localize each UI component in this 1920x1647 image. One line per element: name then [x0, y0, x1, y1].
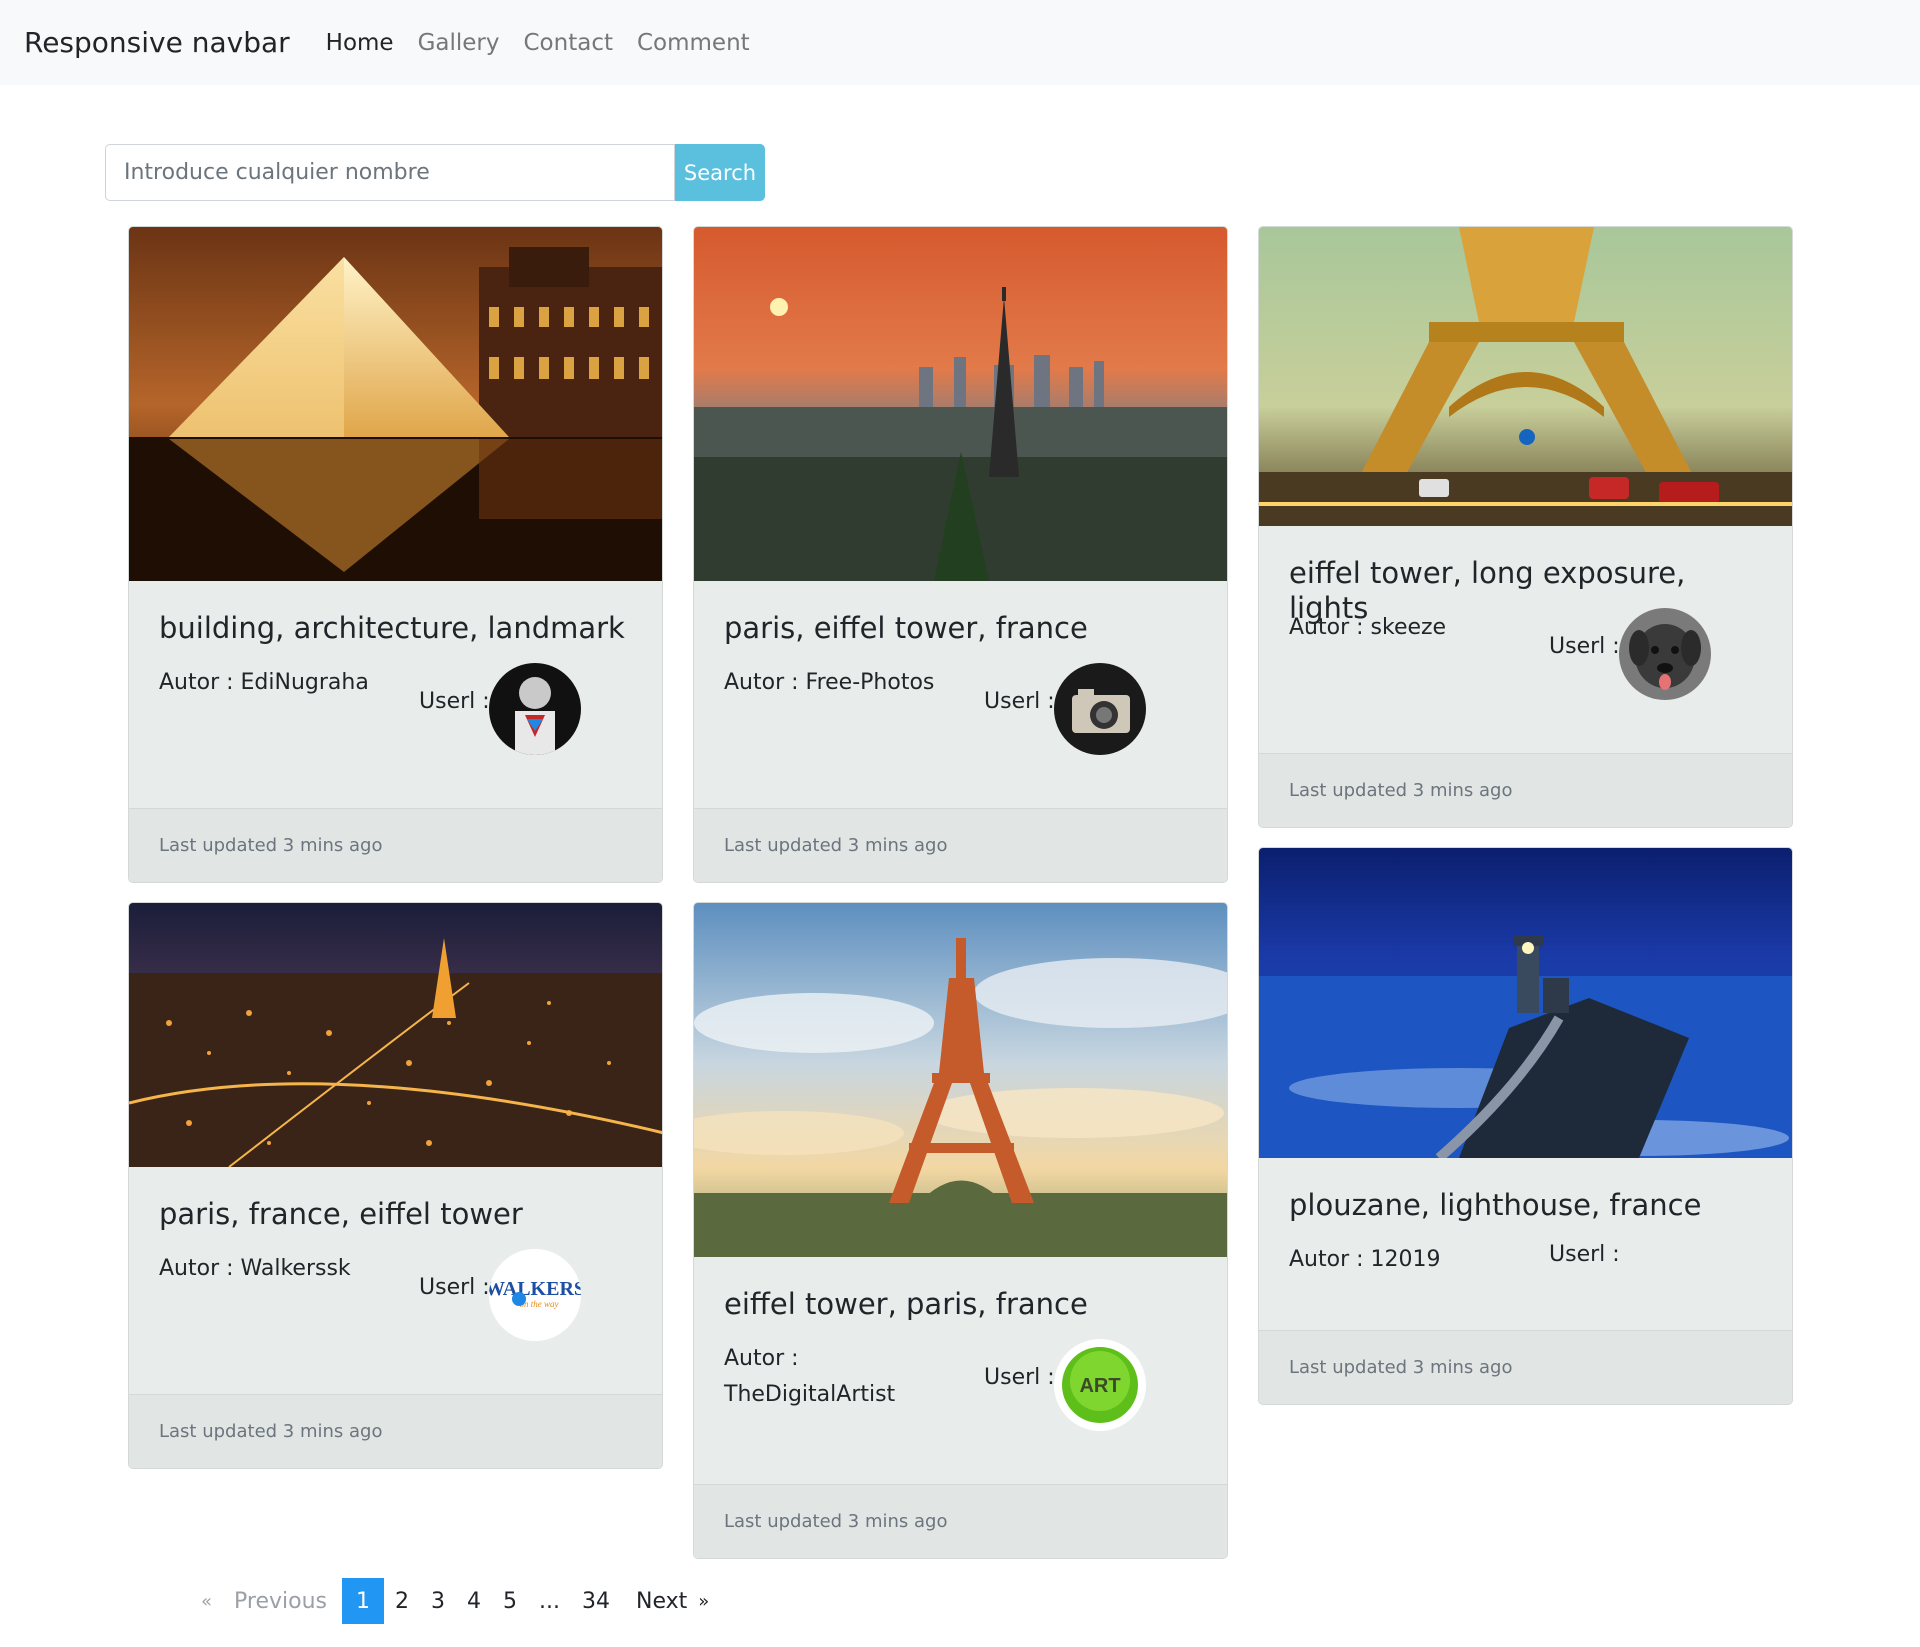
card-userl-label: Userl :	[984, 1365, 1055, 1390]
card-title[interactable]: plouzane, lighthouse, france	[1289, 1188, 1762, 1223]
pagination-page-34[interactable]: 34	[571, 1578, 621, 1624]
pagination-page-1[interactable]: 1	[342, 1578, 384, 1624]
card-body: paris, eiffel tower, france Autor : Free…	[694, 581, 1227, 755]
card-userl-label: Userl :	[984, 689, 1055, 714]
card-image-lighthouse	[1259, 848, 1792, 1158]
card-title[interactable]: paris, eiffel tower, france	[724, 611, 1197, 646]
card-userl-label: Userl :	[419, 689, 490, 714]
card-footer: Last updated 3 mins ago	[1259, 753, 1792, 827]
card-image-eiffel-lights	[1259, 227, 1792, 526]
card-image-paris-night	[129, 903, 662, 1167]
card-body: paris, france, eiffel tower Autor : Walk…	[129, 1167, 662, 1341]
card-title[interactable]: eiffel tower, paris, france	[724, 1287, 1197, 1322]
search-input[interactable]: Introduce cualquier nombre	[105, 144, 675, 201]
walkers-logo-avatar-icon: WALKERS on the way	[489, 1249, 581, 1341]
pagination-page-2[interactable]: 2	[384, 1578, 420, 1624]
card-body: eiffel tower, paris, france Autor : TheD…	[694, 1257, 1227, 1431]
card-title[interactable]: paris, france, eiffel tower	[159, 1197, 632, 1232]
card-userl-label: Userl :	[1549, 634, 1620, 659]
navbar: Responsive navbar Home Gallery Contact C…	[0, 0, 1920, 85]
pagination-previous[interactable]: Previous	[223, 1578, 338, 1624]
card-autor: Autor : Walkerssk	[159, 1256, 351, 1281]
nav-link-contact[interactable]: Contact	[524, 30, 613, 56]
card-image-paris-sunset	[694, 227, 1227, 581]
pagination-next-arrow[interactable]: »	[698, 1578, 720, 1624]
pagination-page-5[interactable]: 5	[492, 1578, 528, 1624]
card-autor: Autor : skeeze	[1289, 615, 1447, 640]
card-body: building, architecture, landmark Autor :…	[129, 581, 662, 755]
art-button-avatar-icon: ART	[1054, 1339, 1146, 1431]
gallery-card: paris, eiffel tower, france Autor : Free…	[693, 226, 1228, 883]
dog-avatar-icon	[1619, 608, 1711, 700]
pagination-page-4[interactable]: 4	[456, 1578, 492, 1624]
card-body: eiffel tower, long exposure, lights Auto…	[1259, 526, 1792, 700]
card-autor: Autor : TheDigitalArtist	[724, 1346, 896, 1407]
card-autor: Autor : Free-Photos	[724, 670, 935, 695]
camera-avatar-icon	[1054, 663, 1146, 755]
card-image-louvre	[129, 227, 662, 581]
card-autor: Autor : EdiNugraha	[159, 670, 369, 695]
card-title[interactable]: building, architecture, landmark	[159, 611, 632, 646]
card-footer: Last updated 3 mins ago	[129, 808, 662, 882]
gallery-card: eiffel tower, long exposure, lights Auto…	[1258, 226, 1793, 828]
gallery-card: eiffel tower, paris, france Autor : TheD…	[693, 902, 1228, 1559]
card-footer: Last updated 3 mins ago	[694, 808, 1227, 882]
superman-avatar-icon	[489, 663, 581, 755]
art-logo-text: ART	[1079, 1375, 1120, 1397]
card-footer: Last updated 3 mins ago	[129, 1394, 662, 1468]
nav-link-comment[interactable]: Comment	[637, 30, 750, 56]
card-footer: Last updated 3 mins ago	[694, 1484, 1227, 1558]
gallery-card: building, architecture, landmark Autor :…	[128, 226, 663, 883]
pagination-next[interactable]: Next	[625, 1578, 698, 1624]
nav-link-home[interactable]: Home	[326, 30, 394, 56]
nav-link-gallery[interactable]: Gallery	[418, 30, 500, 56]
gallery-card: paris, france, eiffel tower Autor : Walk…	[128, 902, 663, 1469]
card-autor: Autor : 12019	[1289, 1247, 1441, 1272]
card-body: plouzane, lighthouse, france Autor : 120…	[1259, 1158, 1792, 1272]
pagination: « Previous 1 2 3 4 5 ... 34 Next »	[190, 1578, 720, 1624]
card-footer: Last updated 3 mins ago	[1259, 1330, 1792, 1404]
walkers-logo-text: WALKERS	[489, 1278, 581, 1300]
pagination-page-3[interactable]: 3	[420, 1578, 456, 1624]
gallery-card: plouzane, lighthouse, france Autor : 120…	[1258, 847, 1793, 1405]
pagination-prev-arrow: «	[201, 1590, 213, 1612]
card-userl-label: Userl :	[419, 1275, 490, 1300]
pagination-ellipsis: ...	[539, 1588, 560, 1614]
search-form: Introduce cualquier nombre Search	[105, 144, 765, 201]
navbar-brand[interactable]: Responsive navbar	[24, 26, 290, 59]
card-image-eiffel-clouds	[694, 903, 1227, 1257]
card-userl-label: Userl :	[1549, 1242, 1620, 1267]
search-button[interactable]: Search	[675, 144, 765, 201]
